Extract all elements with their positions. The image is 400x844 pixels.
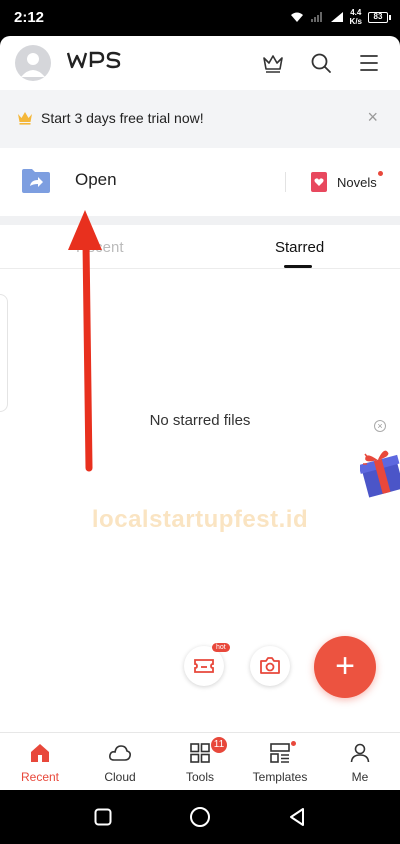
home-icon [31,744,49,762]
avatar[interactable] [15,45,51,81]
add-button[interactable]: + [314,636,376,698]
battery-icon: 83 [368,11,391,23]
network-speed: 4.4 K/s [350,8,362,26]
cloud-icon [109,745,131,761]
annotation-arrow [68,210,102,472]
folder-icon[interactable] [21,168,51,194]
close-icon[interactable]: × [374,420,386,432]
divider [285,172,286,192]
tab-active-indicator [284,265,312,268]
avatar-icon [21,53,45,77]
ticket-icon [194,659,214,673]
status-bar: 2:12 4.4 K/s 83 [0,0,400,36]
system-nav-bar [0,790,400,844]
speed-unit: K/s [349,17,362,26]
nav-item-tools[interactable]: Tools [160,733,240,790]
app-header [0,36,400,90]
nav-label: Recent [20,770,60,784]
crown-icon[interactable] [261,51,285,75]
crown-icon [18,112,32,125]
wifi-icon [290,12,303,22]
hot-badge: hot [212,643,230,652]
novels-button[interactable]: Novels [337,175,377,190]
grid-icon [190,743,210,763]
back-icon[interactable] [287,807,307,827]
side-panel-handle[interactable] [0,294,8,412]
app-screen: Start 3 days free trial now! × Open Nove… [0,36,400,790]
nav-item-cloud[interactable]: Cloud [80,733,160,790]
notification-dot [291,741,296,746]
signal-icon [330,12,343,22]
gift-icon[interactable] [360,446,400,502]
nav-item-me[interactable]: Me [320,733,400,790]
camera-button[interactable] [250,646,290,686]
bottom-nav: Recent Cloud Tools 11 Templates Me [0,732,400,790]
nav-label: Tools [185,770,214,784]
scan-ticket-button[interactable] [184,646,224,686]
menu-icon[interactable] [357,51,381,75]
status-icons: 4.4 K/s 83 [290,8,391,26]
nav-item-recent[interactable]: Recent [0,733,80,790]
nav-item-templates[interactable]: Templates [240,733,320,790]
camera-icon [260,657,280,674]
nav-label: Me [351,770,369,784]
close-icon[interactable]: × [367,107,378,128]
trial-text: Start 3 days free trial now! [41,110,204,126]
wps-logo [67,51,121,69]
tools-badge: 11 [211,737,227,753]
signal-icon [310,12,322,22]
nav-label: Cloud [104,770,136,784]
tab-starred[interactable]: Starred [275,239,324,256]
search-icon[interactable] [309,51,333,75]
person-icon [350,743,370,763]
status-time: 2:12 [14,9,45,26]
nav-label: Templates [252,770,308,784]
novels-icon[interactable] [310,171,328,193]
open-button[interactable]: Open [75,170,117,190]
recent-apps-icon[interactable] [94,808,112,826]
templates-icon [270,743,290,763]
watermark: localstartupfest.id [91,506,309,533]
trial-banner[interactable]: Start 3 days free trial now! × [0,90,400,148]
home-icon[interactable] [189,806,211,828]
speed-value: 4.4 [350,8,362,17]
notification-dot [378,171,383,176]
